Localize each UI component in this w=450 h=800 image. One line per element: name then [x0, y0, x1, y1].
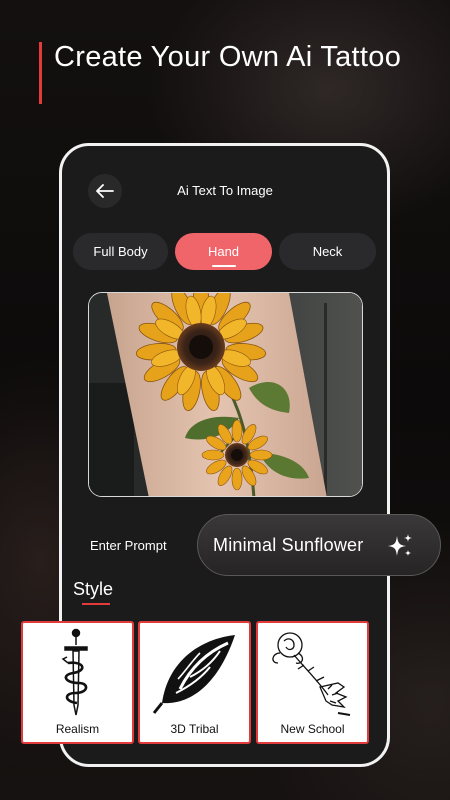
tab-full-body[interactable]: Full Body [73, 233, 168, 270]
style-card-realism[interactable]: Realism [21, 621, 134, 744]
tribal-leaf-tattoo [152, 635, 235, 714]
back-button[interactable] [88, 174, 122, 208]
style-label: New School [280, 722, 345, 736]
headline: Create Your Own Ai Tattoo [54, 41, 402, 73]
tab-label: Neck [312, 244, 343, 259]
tab-label: Hand [207, 244, 240, 259]
style-title-underline [82, 603, 110, 605]
style-card-3d-tribal[interactable]: 3D Tribal [138, 621, 251, 744]
style-card-new-school[interactable]: New School [256, 621, 369, 744]
sparkle-icon[interactable] [386, 532, 414, 560]
style-label: 3D Tribal [170, 722, 219, 736]
dagger-snake-tattoo [61, 628, 88, 716]
prompt-input[interactable]: Minimal Sunflower [197, 514, 441, 576]
style-label: Realism [55, 722, 100, 736]
tab-neck[interactable]: Neck [279, 233, 376, 270]
headline-accent-bar [39, 42, 42, 104]
sunflower-tattoo-illustration [89, 293, 362, 496]
prompt-value: Minimal Sunflower [213, 534, 364, 555]
tab-label: Full Body [93, 244, 148, 259]
style-title: Style [73, 579, 114, 599]
arrow-left-icon [96, 184, 114, 198]
skeleton-hand-rose-tattoo [272, 632, 351, 716]
prompt-label: Enter Prompt [90, 538, 167, 553]
screen-title: Ai Text To Image [177, 183, 273, 198]
active-tab-indicator [211, 265, 236, 267]
tab-hand[interactable]: Hand [175, 233, 272, 270]
preview-image [88, 292, 363, 497]
